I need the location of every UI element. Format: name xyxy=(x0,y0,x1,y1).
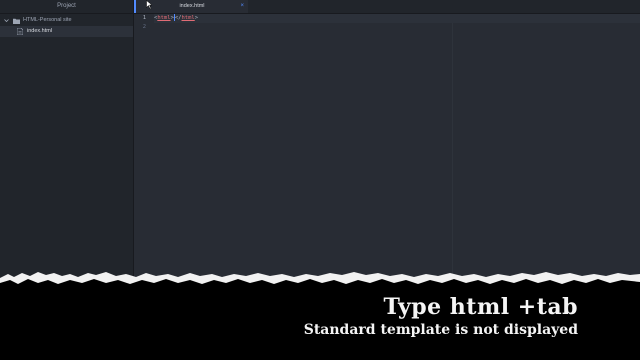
line-number: 2 xyxy=(142,24,146,30)
mouse-pointer-icon xyxy=(146,0,153,10)
wrap-guide xyxy=(452,14,453,284)
tab-title: index.html xyxy=(179,3,205,9)
line-number-gutter: 1 2 xyxy=(134,14,148,32)
folder-icon xyxy=(12,17,20,24)
screen: Project HTML-Personal site index.html in… xyxy=(0,0,640,360)
code-line[interactable]: <html></html> xyxy=(154,14,640,23)
caption-subtitle: Standard template is not displayed xyxy=(303,322,578,338)
line-number: 1 xyxy=(142,15,146,21)
code-token: </ xyxy=(174,15,182,21)
caption-title: Type html +tab xyxy=(383,294,578,320)
close-icon[interactable]: × xyxy=(240,0,244,13)
code-token: html xyxy=(181,15,195,21)
code-token: html xyxy=(157,15,171,21)
code-area[interactable]: <html></html> xyxy=(154,14,640,32)
code-token: > xyxy=(194,15,199,21)
project-folder-label: HTML-Personal site xyxy=(23,17,72,23)
tree-view-title: Project xyxy=(0,0,133,14)
project-folder[interactable]: HTML-Personal site xyxy=(0,15,133,26)
file-item-label: index.html xyxy=(27,28,53,34)
tab-bar: index.html × xyxy=(134,0,640,14)
file-item-index-html[interactable]: index.html xyxy=(0,26,133,37)
code-line[interactable] xyxy=(154,23,640,32)
chevron-down-icon[interactable] xyxy=(3,18,9,24)
file-icon xyxy=(16,28,24,35)
